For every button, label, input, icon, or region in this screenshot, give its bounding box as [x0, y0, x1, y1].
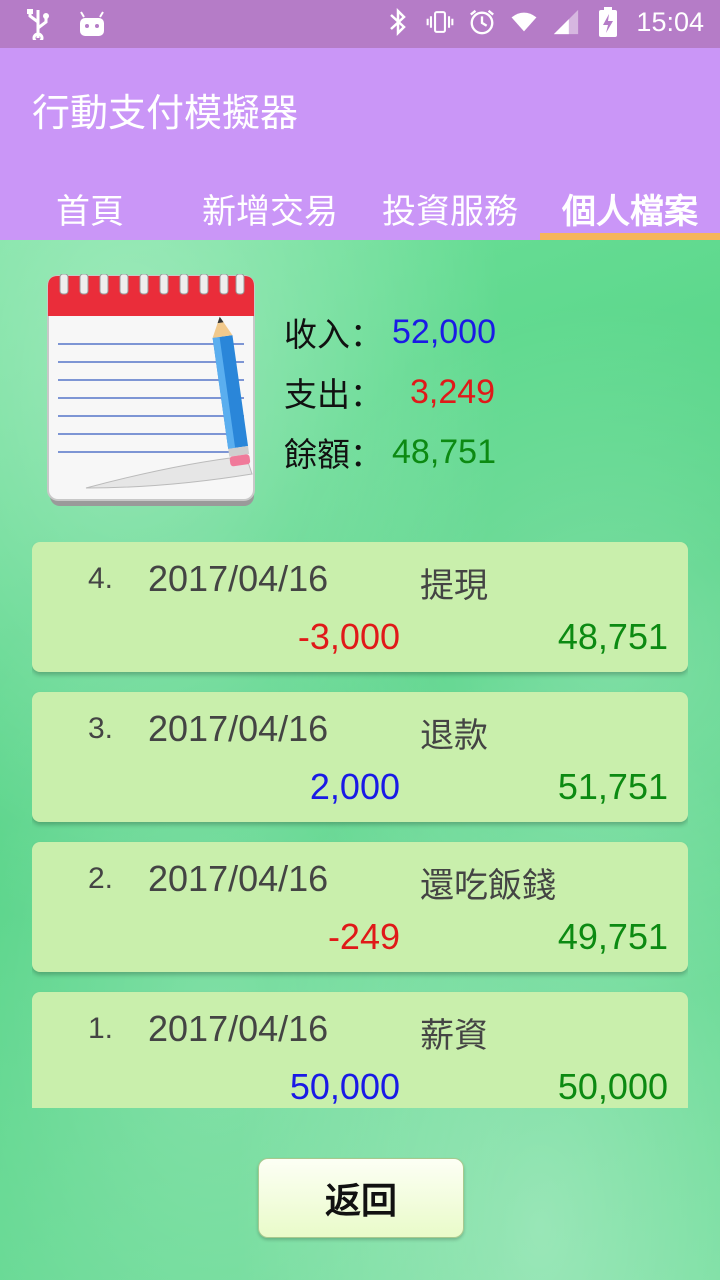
transaction-description: 還吃飯錢	[420, 866, 556, 906]
transaction-date: 2017/04/16	[148, 708, 329, 749]
transaction-date: 2017/04/16	[148, 558, 329, 599]
wifi-icon	[510, 6, 538, 38]
expense-row: 支出： 3,249	[284, 362, 496, 422]
balance-row: 餘額： 48,751	[284, 422, 496, 482]
transaction-date: 2017/04/16	[148, 858, 329, 899]
android-icon	[78, 8, 106, 40]
status-bar: 15:04	[0, 0, 720, 48]
transaction-amount: -249	[327, 916, 400, 957]
transaction-balance: 49,751	[557, 916, 668, 957]
transaction-amount: -3,000	[297, 616, 400, 657]
transaction-description: 退款	[420, 716, 488, 756]
transaction-amount: 2,000	[309, 766, 400, 807]
balance-value: 48,751	[392, 432, 496, 471]
transaction-list[interactable]: 4. 2017/04/16 提現 -3,000 48,751 3. 2017/0…	[32, 542, 688, 1108]
tab-bar: 首頁 新增交易 投資服務 個人檔案	[0, 176, 720, 240]
status-time: 15:04	[636, 6, 704, 37]
expense-label: 支出：	[284, 375, 383, 414]
transaction-balance: 51,751	[557, 766, 668, 807]
transaction-description: 薪資	[420, 1016, 488, 1056]
bluetooth-icon	[384, 6, 412, 38]
transaction-description: 提現	[420, 566, 488, 606]
balance-label: 餘額：	[284, 435, 383, 474]
transaction-index: 2.	[88, 862, 114, 895]
transaction-balance: 50,000	[557, 1066, 668, 1107]
app-bar: 行動支付模擬器 首頁 新增交易 投資服務 個人檔案	[0, 48, 720, 240]
transaction-card[interactable]: 1. 2017/04/16 薪資 50,000 50,000	[32, 992, 688, 1108]
tab-investment[interactable]: 投資服務	[360, 176, 540, 240]
tab-new-transaction[interactable]: 新增交易	[180, 176, 360, 240]
alarm-icon	[468, 6, 496, 38]
app-title: 行動支付模擬器	[32, 91, 299, 135]
vibrate-icon	[426, 6, 454, 38]
notebook-icon	[46, 273, 258, 508]
transaction-card[interactable]: 4. 2017/04/16 提現 -3,000 48,751	[32, 542, 688, 672]
transaction-card[interactable]: 3. 2017/04/16 退款 2,000 51,751	[32, 692, 688, 822]
summary-panel: 收入： 52,000 支出： 3,249 餘額： 48,751	[284, 302, 496, 482]
battery-charging-icon	[594, 6, 622, 38]
transaction-balance: 48,751	[557, 616, 668, 657]
transaction-card[interactable]: 2. 2017/04/16 還吃飯錢 -249 49,751	[32, 842, 688, 972]
expense-value: 3,249	[410, 372, 496, 411]
income-label: 收入：	[284, 315, 383, 354]
transaction-index: 3.	[88, 712, 114, 745]
usb-icon	[24, 8, 52, 40]
transaction-date: 2017/04/16	[148, 1008, 329, 1049]
tab-home[interactable]: 首頁	[0, 176, 180, 240]
transaction-index: 1.	[88, 1012, 114, 1045]
income-row: 收入： 52,000	[284, 302, 496, 362]
transaction-amount: 50,000	[289, 1066, 400, 1107]
tab-profile[interactable]: 個人檔案	[540, 176, 720, 240]
income-value: 52,000	[392, 312, 496, 351]
signal-icon	[552, 6, 580, 38]
transaction-index: 4.	[88, 562, 114, 595]
back-button[interactable]: 返回	[258, 1158, 464, 1238]
